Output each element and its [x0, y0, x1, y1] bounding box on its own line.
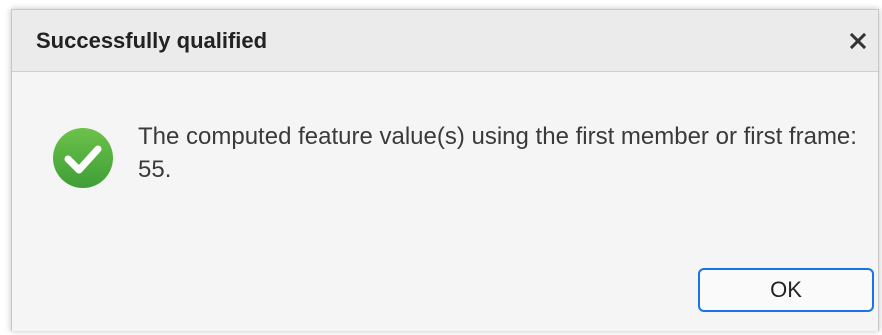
ok-button[interactable]: OK [698, 268, 874, 312]
success-dialog: Successfully qualified The computed feat… [11, 9, 879, 331]
dialog-titlebar: Successfully qualified [12, 10, 878, 72]
close-button[interactable] [844, 26, 874, 56]
check-circle-icon [53, 128, 113, 188]
close-icon [849, 32, 867, 50]
dialog-title: Successfully qualified [36, 28, 268, 53]
dialog-message: The computed feature value(s) using the … [138, 123, 857, 183]
dialog-body: The computed feature value(s) using the … [12, 72, 878, 331]
